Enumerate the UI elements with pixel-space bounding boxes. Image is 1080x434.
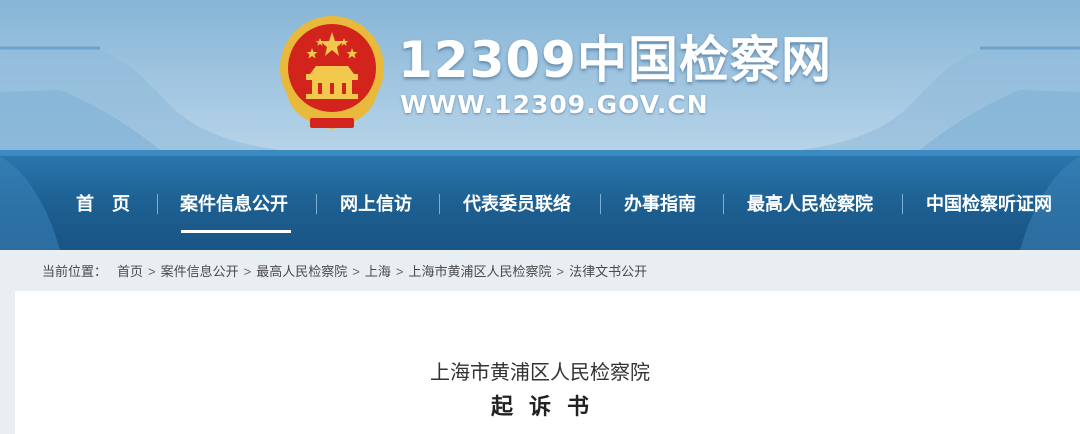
nav-item-online-petition[interactable]: 网上信访 — [340, 192, 412, 218]
breadcrumb-shanghai[interactable]: 上海 — [365, 264, 391, 279]
breadcrumb-separator: > — [148, 264, 156, 279]
site-title[interactable]: 12309中国检察网 — [398, 30, 832, 90]
breadcrumb-case-info[interactable]: 案件信息公开 — [161, 264, 239, 279]
nav-divider — [316, 194, 317, 214]
nav-divider — [902, 194, 903, 214]
national-emblem-icon — [280, 16, 384, 130]
nav-divider — [439, 194, 440, 214]
main-navigation: 首 页 案件信息公开 网上信访 代表委员联络 办事指南 最高人民检察院 中国检察… — [0, 150, 1080, 250]
nav-divider — [723, 194, 724, 214]
breadcrumb-separator: > — [395, 264, 404, 279]
nav-item-hearing-network[interactable]: 中国检察听证网 — [926, 192, 1052, 218]
breadcrumb-separator: > — [352, 264, 360, 279]
breadcrumb-home[interactable]: 首页 — [117, 264, 143, 279]
site-url[interactable]: WWW.12309.GOV.CN — [400, 90, 709, 120]
breadcrumb: 当前位置： 首页 > 案件信息公开 > 最高人民检察院 > 上海 > 上海市黄浦区人民检察院 > 法律… — [42, 263, 647, 281]
nav-item-supreme-procuratorate[interactable]: 最高人民检察院 — [747, 192, 873, 218]
breadcrumb-supreme-procuratorate[interactable]: 最高人民检察院 — [256, 264, 347, 279]
nav-item-case-info[interactable]: 案件信息公开 — [180, 192, 288, 218]
breadcrumb-legal-documents[interactable]: 法律文书公开 — [569, 264, 647, 279]
nav-divider — [157, 194, 158, 214]
site-header: 12309中国检察网 WWW.12309.GOV.CN — [0, 0, 1080, 150]
breadcrumb-prefix: 当前位置： — [42, 264, 108, 279]
breadcrumb-separator: > — [243, 264, 252, 279]
breadcrumb-huangpu-procuratorate[interactable]: 上海市黄浦区人民检察院 — [408, 264, 551, 279]
document-title: 起诉书 — [490, 394, 605, 420]
nav-item-home[interactable]: 首 页 — [76, 192, 130, 218]
document-organization: 上海市黄浦区人民检察院 — [430, 360, 650, 384]
breadcrumb-separator: > — [556, 264, 565, 279]
nav-divider — [600, 194, 601, 214]
active-tab-indicator — [181, 230, 291, 233]
nav-item-service-guide[interactable]: 办事指南 — [624, 192, 696, 218]
nav-item-deputy-liaison[interactable]: 代表委员联络 — [463, 192, 571, 218]
